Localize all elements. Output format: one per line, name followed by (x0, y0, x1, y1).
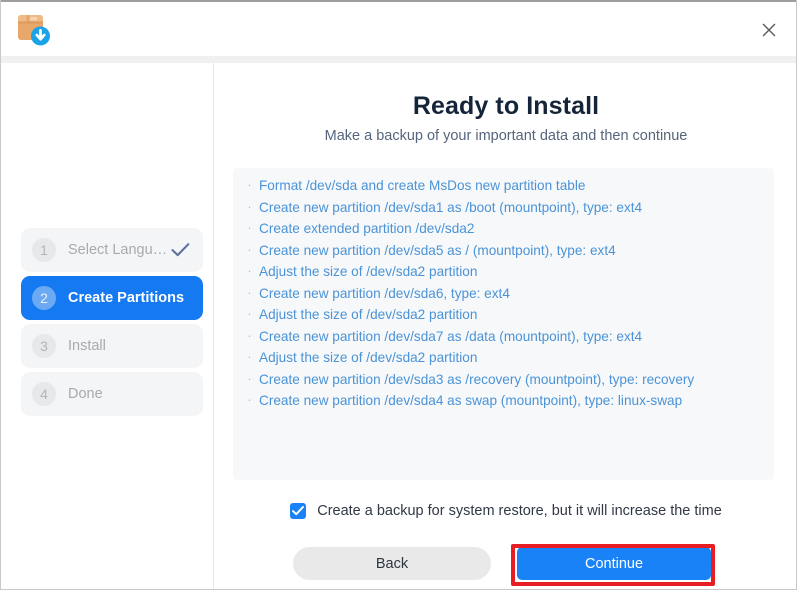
list-item: · Create new partition /dev/sda3 as /rec… (233, 372, 774, 394)
bullet-icon: · (247, 220, 252, 235)
bullet-icon: · (247, 284, 252, 300)
continue-button[interactable]: Continue (517, 547, 711, 580)
step-number: 4 (32, 382, 56, 406)
title-bar-divider (1, 56, 796, 63)
installer-window: 1 Select Langu… 2 Create Partitions 3 In… (0, 0, 797, 590)
bullet-icon: · (247, 177, 252, 192)
sidebar-item-label: Create Partitions (68, 290, 185, 306)
bullet-icon: · (247, 327, 252, 343)
page-title: Ready to Install (412, 92, 600, 120)
sidebar-item-label: Select Langu… (68, 242, 168, 258)
list-item: · Create new partition /dev/sda7 as /dat… (233, 329, 774, 351)
close-icon (761, 22, 777, 38)
backup-checkbox-label: Create a backup for system restore, but … (317, 503, 722, 519)
list-item: · Create new partition /dev/sda5 as / (m… (233, 243, 774, 265)
bullet-icon: · (247, 370, 252, 386)
back-button[interactable]: Back (293, 547, 491, 580)
bullet-icon: · (247, 306, 252, 321)
sidebar: 1 Select Langu… 2 Create Partitions 3 In… (2, 63, 214, 589)
page-subtitle: Make a backup of your important data and… (324, 128, 688, 144)
list-item: · Create new partition /dev/sda1 as /boo… (233, 200, 774, 222)
sidebar-item-label: Install (68, 338, 106, 354)
step-number: 3 (32, 334, 56, 358)
sidebar-item-label: Done (68, 386, 103, 402)
list-item: · Create extended partition /dev/sda2 (233, 221, 774, 243)
operations-panel: · Format /dev/sda and create MsDos new p… (233, 168, 774, 480)
list-item: · Adjust the size of /dev/sda2 partition (233, 307, 774, 329)
operation-text: Adjust the size of /dev/sda2 partition (259, 307, 478, 322)
bullet-icon: · (247, 392, 252, 407)
bullet-icon: · (247, 349, 252, 364)
operation-text: Create extended partition /dev/sda2 (259, 221, 475, 236)
backup-option-row: Create a backup for system restore, but … (215, 503, 796, 519)
backup-checkbox[interactable] (290, 503, 307, 519)
sidebar-item-install[interactable]: 3 Install (21, 324, 203, 368)
close-button[interactable] (752, 14, 786, 46)
list-item: · Format /dev/sda and create MsDos new p… (233, 178, 774, 200)
operation-text: Create new partition /dev/sda4 as swap (… (259, 393, 683, 408)
bullet-icon: · (247, 263, 252, 278)
operation-text: Create new partition /dev/sda3 as /recov… (259, 371, 695, 387)
list-item: · Adjust the size of /dev/sda2 partition (233, 264, 774, 286)
step-list: 1 Select Langu… 2 Create Partitions 3 In… (21, 228, 203, 420)
sidebar-item-select-language[interactable]: 1 Select Langu… (21, 228, 203, 272)
sidebar-item-done[interactable]: 4 Done (21, 372, 203, 416)
list-item: · Create new partition /dev/sda6, type: … (233, 286, 774, 308)
checkmark-icon (292, 506, 305, 516)
operation-text: Create new partition /dev/sda6, type: ex… (259, 285, 510, 301)
bullet-icon: · (247, 198, 252, 214)
operation-text: Create new partition /dev/sda5 as / (mou… (259, 242, 616, 258)
bullet-icon: · (247, 241, 252, 257)
operation-text: Adjust the size of /dev/sda2 partition (259, 350, 478, 365)
main-content: Ready to Install Make a backup of your i… (215, 63, 796, 589)
check-icon (171, 243, 190, 258)
operation-text: Format /dev/sda and create MsDos new par… (259, 178, 586, 193)
title-bar (1, 0, 796, 56)
step-number: 2 (32, 286, 56, 310)
package-download-icon (15, 11, 51, 47)
operation-text: Create new partition /dev/sda7 as /data … (259, 328, 643, 344)
list-item: · Adjust the size of /dev/sda2 partition (233, 350, 774, 372)
list-item: · Create new partition /dev/sda4 as swap… (233, 393, 774, 415)
sidebar-item-create-partitions[interactable]: 2 Create Partitions (21, 276, 203, 320)
operation-text: Adjust the size of /dev/sda2 partition (259, 264, 478, 279)
step-number: 1 (32, 238, 56, 262)
operation-text: Create new partition /dev/sda1 as /boot … (259, 199, 643, 215)
